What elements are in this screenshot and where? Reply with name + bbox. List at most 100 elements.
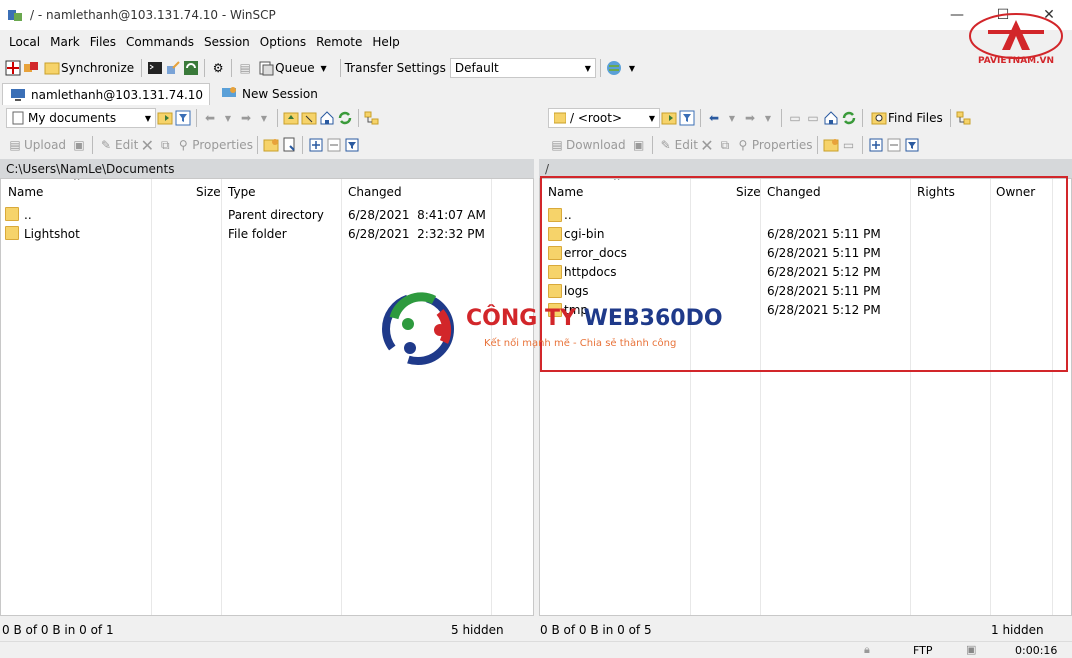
- parent-directory-icon[interactable]: ▭: [786, 109, 804, 127]
- column-header-type[interactable]: Type: [228, 185, 256, 199]
- right-actions-toolbar: ▤ Download ▣ ✎ Edit ✕ ⧉ ⚲ Properties ▭: [548, 133, 921, 157]
- download-options-icon[interactable]: ▣: [630, 136, 648, 154]
- menu-options[interactable]: Options: [255, 35, 311, 49]
- file-changed: 6/28/2021 8:41:07 AM: [348, 208, 486, 222]
- queue-label: Queue: [275, 61, 315, 75]
- open-directory-icon[interactable]: [156, 109, 174, 127]
- rename-icon[interactable]: ⧉: [716, 136, 734, 154]
- home-icon[interactable]: [318, 109, 336, 127]
- toolbar-separator: [92, 136, 94, 154]
- filter-select-icon[interactable]: [903, 136, 921, 154]
- putty-icon[interactable]: [164, 59, 182, 77]
- column-divider: [151, 179, 152, 615]
- web360do-watermark: CÔNG TY WEB360DO Kết nối mạnh mẽ - Chia …: [378, 288, 723, 370]
- tab-session[interactable]: namlethanh@103.131.74.10: [2, 83, 211, 105]
- session-tabs: namlethanh@103.131.74.10 New Session: [0, 83, 324, 105]
- upload-options-icon[interactable]: ▣: [70, 136, 88, 154]
- toolbar-separator: [700, 109, 701, 127]
- globe-icon[interactable]: [605, 59, 623, 77]
- forward-arrow-icon[interactable]: ➡: [741, 109, 759, 127]
- compare-directories-icon[interactable]: [4, 59, 22, 77]
- menu-commands[interactable]: Commands: [121, 35, 199, 49]
- toolbar-separator: [231, 59, 233, 77]
- synchronize-icon: [43, 59, 61, 77]
- unselect-minus-icon[interactable]: [885, 136, 903, 154]
- toolbar-separator: [256, 136, 258, 154]
- upload-button[interactable]: Upload: [24, 138, 66, 152]
- back-arrow-icon[interactable]: ⬅: [705, 109, 723, 127]
- file-row-parent[interactable]: .. Parent directory 6/28/2021 8:41:07 AM: [1, 206, 533, 225]
- transfer-settings-dropdown[interactable]: Default ▼: [449, 58, 596, 78]
- column-header-changed[interactable]: Changed: [348, 185, 402, 199]
- menu-files[interactable]: Files: [85, 35, 121, 49]
- new-file-icon[interactable]: [280, 136, 298, 154]
- chevron-down-icon[interactable]: ▼: [623, 59, 641, 77]
- edit-button[interactable]: Edit: [115, 138, 138, 152]
- refresh-icon[interactable]: [840, 109, 858, 127]
- queue-button[interactable]: Queue ▼: [254, 57, 335, 79]
- watermark-title-b: WEB360DO: [583, 306, 723, 331]
- unselect-minus-icon[interactable]: [325, 136, 343, 154]
- chevron-down-icon[interactable]: ▼: [723, 109, 741, 127]
- tree-view-icon[interactable]: [955, 109, 973, 127]
- menu-remote[interactable]: Remote: [311, 35, 367, 49]
- menu-mark[interactable]: Mark: [45, 35, 85, 49]
- new-session-icon: [220, 85, 238, 103]
- preferences-gear-icon[interactable]: ⚙: [209, 59, 227, 77]
- queue-list-icon[interactable]: ▤: [236, 59, 254, 77]
- new-folder-icon[interactable]: [822, 136, 840, 154]
- synchronize-browsing-icon[interactable]: [22, 59, 40, 77]
- filter-icon[interactable]: [678, 109, 696, 127]
- forward-arrow-icon[interactable]: ➡: [237, 109, 255, 127]
- rename-icon[interactable]: ⧉: [156, 136, 174, 154]
- file-name: ..: [24, 208, 32, 222]
- console-icon[interactable]: [146, 59, 164, 77]
- left-hidden-count: 5 hidden: [451, 622, 504, 637]
- parent-directory-icon: [5, 207, 19, 221]
- folder-icon: [553, 109, 567, 127]
- select-plus-icon[interactable]: [307, 136, 325, 154]
- properties-button[interactable]: Properties: [192, 138, 253, 152]
- parent-directory-icon[interactable]: [282, 109, 300, 127]
- menu-local[interactable]: Local: [4, 35, 45, 49]
- toolbar-separator: [141, 59, 143, 77]
- chevron-down-icon[interactable]: ▼: [759, 109, 777, 127]
- properties-button[interactable]: Properties: [752, 138, 813, 152]
- filter-icon[interactable]: [174, 109, 192, 127]
- file-row[interactable]: Lightshot File folder 6/28/2021 2:32:32 …: [1, 225, 533, 244]
- column-header-name[interactable]: Name: [8, 185, 43, 199]
- right-navigation-toolbar: / <root> ▼ ⬅ ▼ ➡ ▼ ▭ ▭ Find Files: [548, 106, 973, 130]
- session-timer: 0:00:16: [1015, 644, 1058, 657]
- chevron-down-icon[interactable]: ▼: [219, 109, 237, 127]
- right-location-dropdown[interactable]: / <root> ▼: [548, 108, 660, 128]
- download-button[interactable]: Download: [566, 138, 626, 152]
- toolbar-separator: [339, 59, 341, 77]
- open-directory-icon[interactable]: [660, 109, 678, 127]
- tab-new-session[interactable]: New Session: [214, 83, 324, 105]
- filter-select-icon[interactable]: [343, 136, 361, 154]
- tree-view-icon[interactable]: [363, 109, 381, 127]
- find-files-button[interactable]: Find Files: [867, 107, 946, 129]
- left-location-dropdown[interactable]: My documents ▼: [6, 108, 156, 128]
- home-icon[interactable]: [822, 109, 840, 127]
- root-directory-icon[interactable]: [300, 109, 318, 127]
- synchronize-button[interactable]: Synchronize: [40, 57, 137, 79]
- refresh-screen-icon[interactable]: [182, 59, 200, 77]
- delete-icon[interactable]: ✕: [138, 136, 156, 155]
- new-folder-icon[interactable]: [262, 136, 280, 154]
- edit-button[interactable]: Edit: [675, 138, 698, 152]
- new-file-icon[interactable]: ▭: [840, 136, 858, 154]
- refresh-icon[interactable]: [336, 109, 354, 127]
- chevron-down-icon[interactable]: ▼: [255, 109, 273, 127]
- menu-session[interactable]: Session: [199, 35, 255, 49]
- left-path-bar[interactable]: C:\Users\NamLe\Documents: [0, 159, 534, 178]
- left-status-text: 0 B of 0 B in 0 of 1: [2, 622, 114, 637]
- delete-icon[interactable]: ✕: [698, 136, 716, 155]
- menu-help[interactable]: Help: [367, 35, 404, 49]
- pavietnam-logo: PAVIETNAM.VN: [966, 6, 1066, 68]
- back-arrow-icon[interactable]: ⬅: [201, 109, 219, 127]
- column-header-size[interactable]: Size: [196, 185, 221, 199]
- left-file-list[interactable]: ^ Name Size Type Changed .. Parent direc…: [0, 178, 534, 616]
- root-directory-icon[interactable]: ▭: [804, 109, 822, 127]
- select-plus-icon[interactable]: [867, 136, 885, 154]
